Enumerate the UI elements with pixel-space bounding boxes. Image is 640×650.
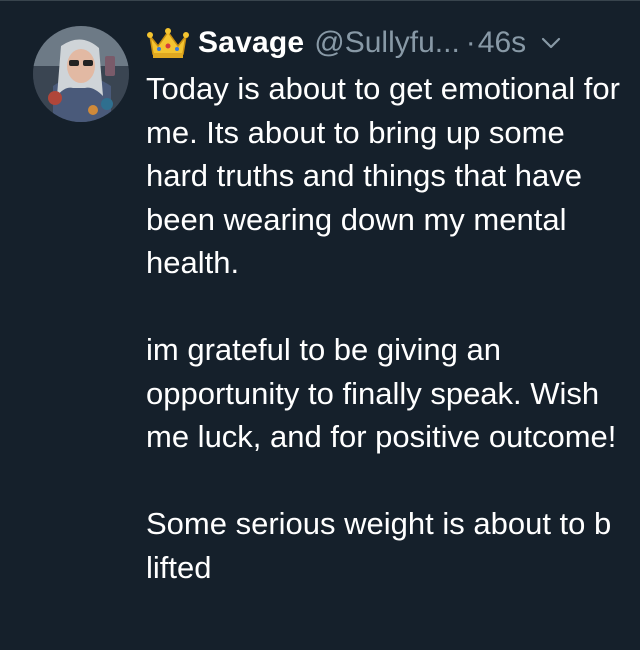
tweet-paragraph: Some serious weight is about to b lifted [146,506,612,585]
tweet-text: Today is about to get emotional for me. … [146,67,626,589]
tweet-paragraph: im grateful to be giving an opportunity … [146,332,617,454]
avatar-image [33,26,129,122]
timestamp[interactable]: 46s [478,26,526,60]
display-name[interactable]: Savage [198,26,304,60]
crown-icon [146,26,190,60]
separator-dot: · [465,26,476,59]
divider [0,0,640,1]
avatar[interactable] [33,26,129,122]
tweet-paragraph: Today is about to get emotional for me. … [146,71,620,280]
chevron-down-icon[interactable] [540,32,562,54]
user-handle[interactable]: @Sullyfu... [314,26,460,60]
tweet: Savage @Sullyfu... · 46s Today is about … [0,0,640,650]
tweet-header: Savage @Sullyfu... · 46s [146,20,562,66]
